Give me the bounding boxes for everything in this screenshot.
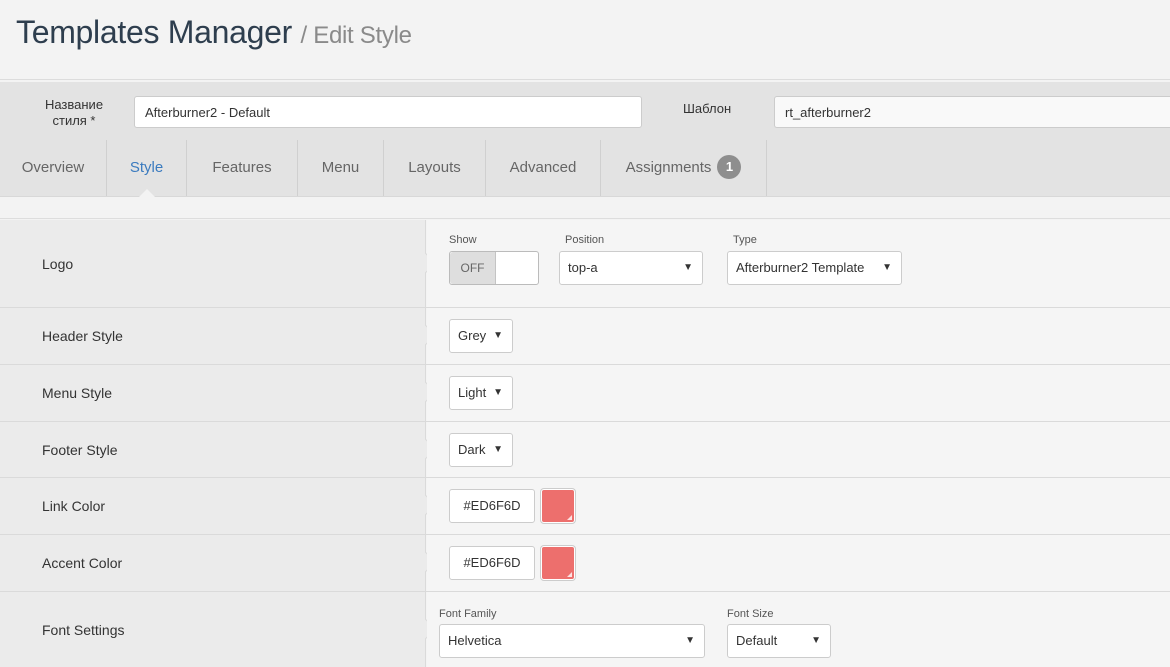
tab-assignments[interactable]: Assignments 1 xyxy=(601,140,767,196)
logo-show-toggle[interactable]: OFF xyxy=(449,251,539,285)
toggle-off-label: OFF xyxy=(450,252,496,284)
tab-advanced[interactable]: Advanced xyxy=(486,140,601,196)
font-size-label: Font Size xyxy=(727,608,774,620)
tab-menu-label: Menu xyxy=(321,159,360,176)
row-footer-style-label: Footer Style xyxy=(42,441,118,458)
resize-corner-icon xyxy=(567,515,572,520)
style-name-input[interactable] xyxy=(134,96,642,128)
title-bar: Templates Manager / Edit Style xyxy=(0,0,1170,80)
row-menu-style-label: Menu Style xyxy=(42,385,113,401)
tab-overview[interactable]: Overview xyxy=(0,140,107,196)
template-input[interactable] xyxy=(774,96,1170,128)
link-color-swatch[interactable] xyxy=(541,489,575,523)
tab-features[interactable]: Features xyxy=(187,140,298,196)
tab-style[interactable]: Style xyxy=(107,140,187,197)
font-size-select[interactable]: Default ▼ xyxy=(727,624,831,658)
row-font-settings-label: Font Settings xyxy=(42,622,125,638)
template-label: Шаблон xyxy=(683,101,732,116)
resize-corner-icon xyxy=(567,572,572,577)
tab-layouts-label: Layouts xyxy=(408,159,461,176)
tab-bar: Overview Style Features Menu Layouts Adv… xyxy=(0,140,1170,197)
row-header-style: Header Style Grey ▼ xyxy=(0,308,1170,365)
row-menu-style: Menu Style Light ▼ xyxy=(0,365,1170,422)
tab-menu[interactable]: Menu xyxy=(298,140,384,196)
type-label: Type xyxy=(733,234,757,246)
row-font-settings: Font Settings Font Family Helvetica ▼ Fo… xyxy=(0,592,1170,667)
row-accent-color-label: Accent Color xyxy=(42,555,123,571)
menu-style-value: Light xyxy=(458,385,487,400)
row-logo: Logo Show OFF Position top-a ▼ Type Afte… xyxy=(0,220,1170,308)
footer-style-value: Dark xyxy=(458,442,486,457)
accent-color-input[interactable]: #ED6F6D xyxy=(449,546,535,580)
accent-color-swatch[interactable] xyxy=(541,546,575,580)
tab-layouts[interactable]: Layouts xyxy=(384,140,486,196)
content-spacer xyxy=(0,197,1170,219)
link-color-input[interactable]: #ED6F6D xyxy=(449,489,535,523)
menu-style-select[interactable]: Light ▼ xyxy=(449,376,513,410)
chevron-down-icon: ▼ xyxy=(811,635,821,646)
assignments-count-badge: 1 xyxy=(717,154,742,179)
type-value: Afterburner2 Template xyxy=(736,260,865,275)
page-subtitle: / Edit Style xyxy=(300,22,412,49)
row-link-color-label: Link Color xyxy=(42,498,106,514)
font-family-select[interactable]: Helvetica ▼ xyxy=(439,624,705,658)
tab-overview-label: Overview xyxy=(21,159,85,176)
footer-style-select[interactable]: Dark ▼ xyxy=(449,433,513,467)
font-family-value: Helvetica xyxy=(448,633,502,648)
position-value: top-a xyxy=(568,260,598,275)
style-name-label: Название стиля * xyxy=(44,97,104,128)
row-logo-label: Logo xyxy=(42,255,74,272)
position-label: Position xyxy=(565,234,605,246)
row-header-style-label: Header Style xyxy=(42,328,123,344)
type-select[interactable]: Afterburner2 Template ▼ xyxy=(727,251,902,285)
row-accent-color: Accent Color #ED6F6D xyxy=(0,535,1170,592)
font-family-label: Font Family xyxy=(439,608,497,620)
chevron-down-icon: ▼ xyxy=(882,262,892,273)
page-title: Templates Manager / Edit Style xyxy=(16,14,412,51)
active-tab-caret xyxy=(138,189,155,197)
header-style-value: Grey xyxy=(458,328,487,343)
chevron-down-icon: ▼ xyxy=(493,444,503,455)
tab-advanced-label: Advanced xyxy=(509,159,577,176)
show-label: Show xyxy=(449,234,477,246)
chevron-down-icon: ▼ xyxy=(683,262,693,273)
row-footer-style: Footer Style Dark ▼ xyxy=(0,422,1170,478)
chevron-down-icon: ▼ xyxy=(493,387,503,398)
chevron-down-icon: ▼ xyxy=(493,330,503,341)
tab-features-label: Features xyxy=(212,159,272,176)
row-link-color: Link Color #ED6F6D xyxy=(0,478,1170,535)
page-title-main: Templates Manager xyxy=(16,14,292,50)
header-style-select[interactable]: Grey ▼ xyxy=(449,319,513,353)
tab-assignments-label: Assignments xyxy=(625,159,712,176)
chevron-down-icon: ▼ xyxy=(685,635,695,646)
position-select[interactable]: top-a ▼ xyxy=(559,251,703,285)
tab-style-label: Style xyxy=(129,159,164,176)
font-size-value: Default xyxy=(736,633,778,648)
